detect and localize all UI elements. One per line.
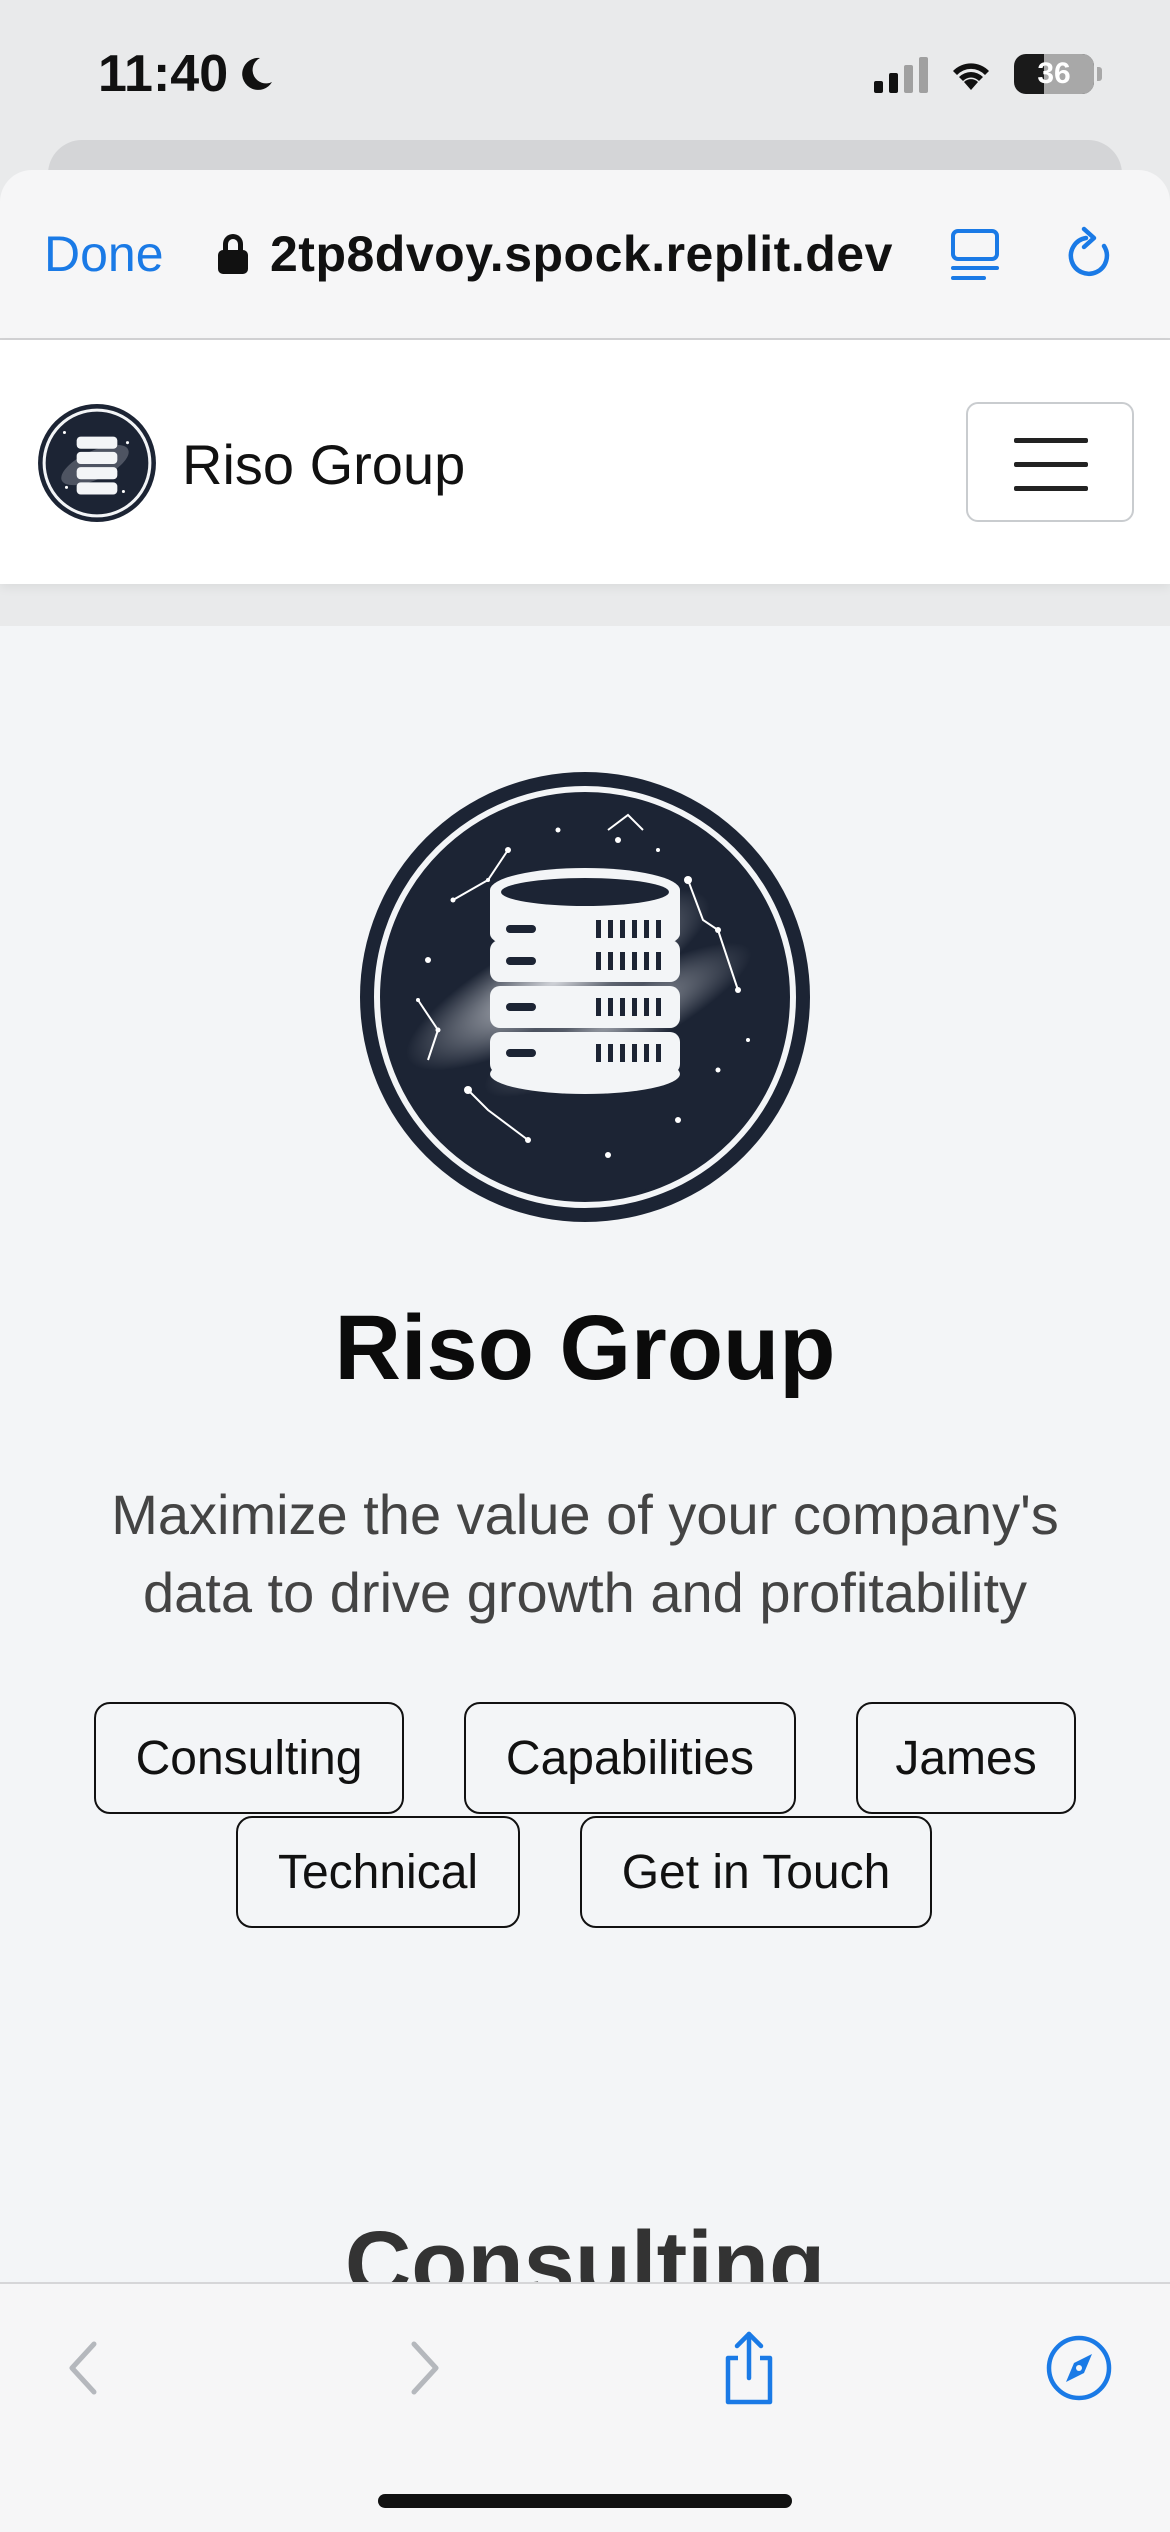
reader-mode-icon[interactable] [950,228,1000,282]
battery-level: 36 [1037,57,1071,90]
reload-icon[interactable] [1064,226,1116,282]
hero-logo-icon [360,772,810,1222]
status-icons: 36 [874,54,1102,94]
address-bar[interactable]: 2tp8dvoy.spock.replit.dev [218,225,893,283]
browser-header: Done 2tp8dvoy.spock.replit.dev [0,170,1170,340]
james-button[interactable]: James [856,1702,1076,1814]
hero-section: Riso Group Maximize the value of your co… [0,626,1170,2310]
get-in-touch-button[interactable]: Get in Touch [580,1816,932,1928]
home-indicator[interactable] [378,2494,792,2508]
forward-chevron-icon[interactable] [388,2328,458,2408]
brand-name[interactable]: Riso Group [182,432,465,497]
compass-icon[interactable] [1044,2328,1114,2408]
consulting-button[interactable]: Consulting [94,1702,404,1814]
technical-button[interactable]: Technical [236,1816,520,1928]
hamburger-icon [1014,438,1088,443]
wifi-icon [953,63,989,90]
back-chevron-icon[interactable] [50,2328,120,2408]
lock-icon [218,234,248,274]
status-bar: 11:40 36 [0,0,1170,150]
hero-title: Riso Group [334,1297,836,1399]
done-button[interactable]: Done [44,225,164,283]
capabilities-button[interactable]: Capabilities [464,1702,796,1814]
menu-toggle-button[interactable] [966,402,1134,522]
moon-icon [242,57,273,90]
url-text: 2tp8dvoy.spock.replit.dev [270,226,893,282]
browser-toolbar [0,2282,1170,2532]
share-icon[interactable] [714,2328,784,2408]
cellular-signal-icon [874,55,928,93]
battery-icon: 36 [1014,54,1102,94]
status-time: 11:40 [98,44,276,104]
site-navbar: Riso Group [0,340,1170,584]
hero-subtitle: Maximize the value of your company's dat… [111,1483,1059,1624]
time-text: 11:40 [98,45,229,103]
brand-logo-icon[interactable] [36,402,158,524]
